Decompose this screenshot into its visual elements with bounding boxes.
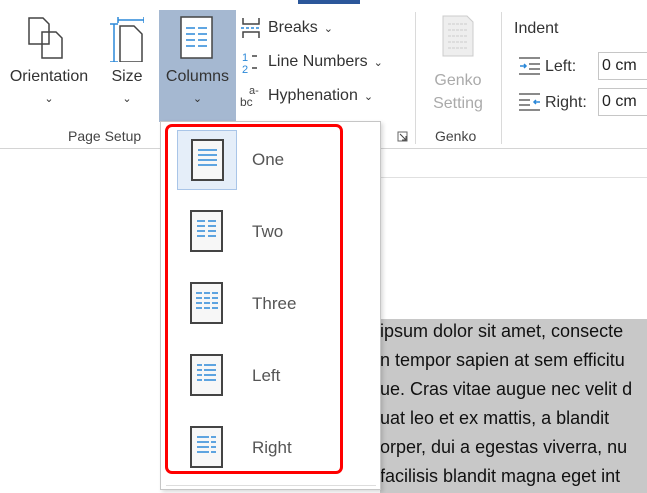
menu-separator — [166, 485, 376, 486]
indent-left-icon — [519, 57, 540, 75]
svg-text:1: 1 — [242, 52, 248, 64]
size-icon — [110, 17, 144, 62]
size-button[interactable]: Size ⌄ — [104, 10, 150, 122]
genko-setting-button: Genko Setting — [424, 14, 492, 114]
group-separator — [415, 12, 416, 144]
chevron-down-icon: ⌄ — [122, 93, 132, 105]
chevron-down-icon: ⌄ — [373, 56, 383, 69]
document-line[interactable]: facilisis blandit magna eget int — [380, 464, 647, 493]
orientation-icon — [28, 17, 63, 59]
group-separator — [501, 12, 502, 144]
chevron-down-icon: ⌄ — [363, 90, 374, 103]
line-numbers-icon: 12 — [242, 52, 257, 74]
document-line[interactable]: orper, dui a egestas viverra, nu — [380, 435, 647, 464]
breaks-label: Breaks — [268, 19, 318, 36]
svg-text:2: 2 — [242, 64, 248, 74]
columns-icon — [180, 16, 213, 59]
highlight-annotation-box — [165, 124, 343, 474]
genko-setting-label-1: Genko — [434, 72, 482, 89]
active-tab-indicator — [298, 0, 360, 4]
genko-icon — [442, 15, 474, 57]
chevron-down-icon: ⌄ — [192, 93, 203, 105]
chevron-down-icon: ⌄ — [323, 22, 334, 35]
document-line[interactable]: ue. Cras vitae augue nec velit d — [380, 377, 647, 406]
chevron-down-icon: ⌄ — [44, 93, 54, 105]
indent-right-icon — [519, 93, 540, 111]
indent-left-label: Left: — [545, 58, 577, 75]
indent-right-label: Right: — [545, 94, 587, 111]
size-label: Size — [111, 68, 143, 85]
hyphenation-label: Hyphenation — [268, 87, 358, 104]
indent-left-input[interactable]: 0 cm — [598, 52, 647, 80]
dialog-launcher-icon[interactable] — [397, 131, 408, 142]
line-numbers-label: Line Numbers — [268, 53, 368, 70]
orientation-button[interactable]: Orientation ⌄ — [0, 10, 98, 122]
line-numbers-button[interactable]: 12 Line Numbers ⌄ — [240, 50, 383, 74]
page-edge — [380, 177, 647, 178]
columns-label: Columns — [165, 68, 230, 85]
columns-button[interactable]: Columns ⌄ — [159, 10, 236, 122]
indent-title: Indent — [514, 20, 559, 37]
document-line[interactable]: uat leo et ex mattis, a blandit — [380, 406, 647, 435]
genko-setting-label-2: Setting — [433, 95, 483, 112]
document-line[interactable]: n tempor sapien at sem efficitu — [380, 348, 647, 377]
indent-right-input[interactable]: 0 cm — [598, 88, 647, 116]
breaks-button[interactable]: Breaks ⌄ — [240, 16, 333, 40]
orientation-label: Orientation — [9, 68, 89, 85]
document-line[interactable]: ipsum dolor sit amet, consecte — [380, 319, 647, 348]
hyphenation-icon: a-bc — [240, 85, 259, 108]
hyphenation-button[interactable]: a-bc Hyphenation ⌄ — [240, 84, 373, 108]
genko-group-label: Genko — [435, 128, 477, 144]
page-setup-group-label: Page Setup — [68, 128, 142, 144]
breaks-icon — [241, 18, 261, 38]
svg-text:bc: bc — [240, 95, 253, 108]
